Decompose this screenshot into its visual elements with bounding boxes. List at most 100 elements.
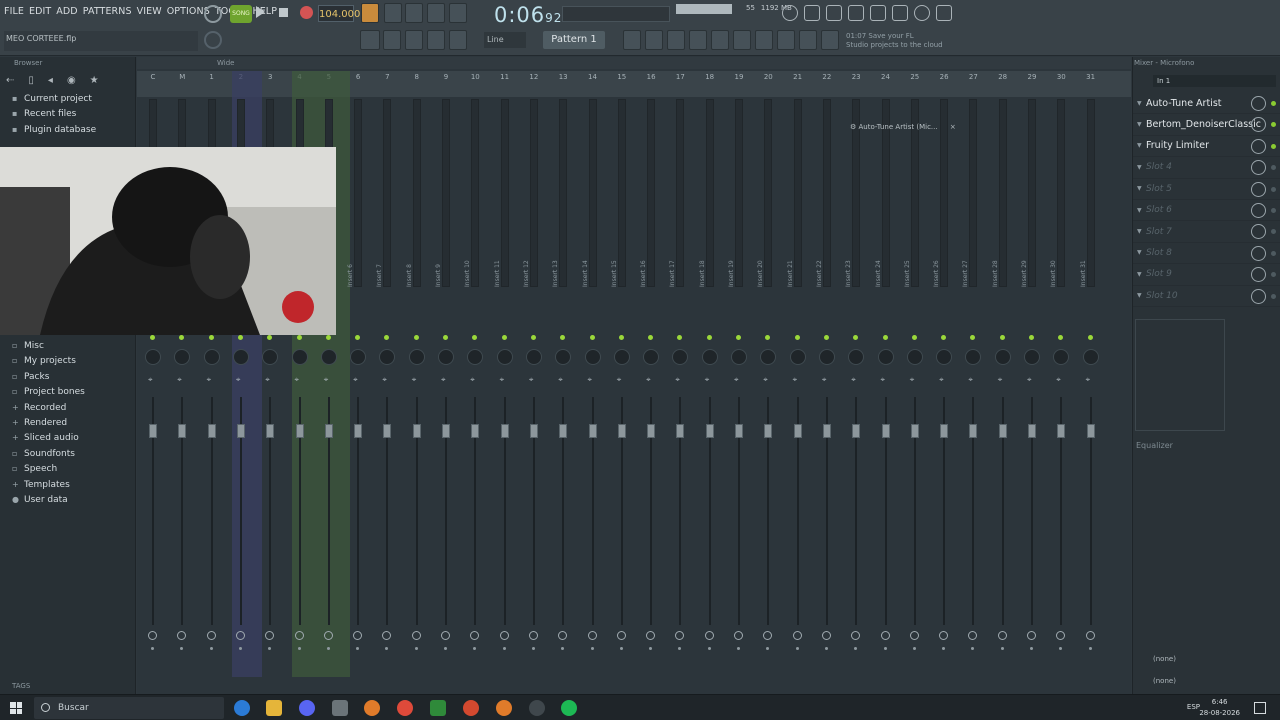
volume-fader[interactable] xyxy=(617,424,626,438)
send-knob[interactable] xyxy=(821,631,831,640)
volume-fader[interactable] xyxy=(910,424,919,438)
stereo-separation-icon[interactable]: ⌖ xyxy=(1086,375,1091,385)
send-knob[interactable] xyxy=(792,631,802,640)
insert-label[interactable]: Insert 15 xyxy=(611,247,633,287)
stereo-separation-icon[interactable]: ⌖ xyxy=(207,375,212,385)
volume-fader[interactable] xyxy=(559,424,568,438)
slot-enable-led[interactable] xyxy=(1271,293,1276,299)
stereo-separation-icon[interactable]: ⌖ xyxy=(763,375,768,385)
mute-led[interactable] xyxy=(560,335,566,340)
insert-label[interactable]: Insert 10 xyxy=(464,247,486,287)
insert-label[interactable]: Insert 21 xyxy=(787,247,809,287)
mix-level-knob[interactable] xyxy=(1251,138,1266,154)
mixer-strip[interactable]: Insert 7 ⌖ xyxy=(376,97,398,707)
browser-item-soundfonts[interactable]: ▫ Soundfonts xyxy=(0,446,136,461)
mixer-channel-number[interactable]: 14 xyxy=(585,73,601,81)
slot-enable-led[interactable] xyxy=(1271,143,1276,149)
mixer-channel-number[interactable]: 20 xyxy=(760,73,776,81)
pan-knob[interactable] xyxy=(613,349,630,365)
mixer-strip[interactable]: Insert 21 ⌖ xyxy=(787,97,809,707)
pan-knob[interactable] xyxy=(525,349,542,365)
volume-fader[interactable] xyxy=(1057,424,1066,438)
mix-level-knob[interactable] xyxy=(1251,288,1266,304)
mixer-channel-number[interactable]: 15 xyxy=(614,73,630,81)
spotify-icon[interactable] xyxy=(561,700,577,716)
stereo-separation-icon[interactable]: ⌖ xyxy=(793,375,798,385)
insert-label[interactable]: Insert 25 xyxy=(904,247,926,287)
send-knob[interactable] xyxy=(939,631,949,640)
menu-edit[interactable]: EDIT xyxy=(29,6,51,17)
mixer-strip[interactable]: Insert 12 ⌖ xyxy=(523,97,545,707)
send-knob[interactable] xyxy=(968,631,978,640)
pan-knob[interactable] xyxy=(701,349,718,365)
send-knob[interactable] xyxy=(323,631,333,640)
wait-input-icon[interactable] xyxy=(384,3,402,23)
volume-fader[interactable] xyxy=(149,424,157,438)
mixer-strip[interactable]: Insert 29 ⌖ xyxy=(1021,97,1043,707)
mixer-strip[interactable]: Insert 11 ⌖ xyxy=(494,97,516,707)
mix-level-knob[interactable] xyxy=(1251,117,1266,133)
route-in-select[interactable]: (none) xyxy=(1153,655,1176,663)
volume-fader[interactable] xyxy=(881,424,890,438)
download-icon[interactable] xyxy=(936,5,952,21)
chat-icon[interactable] xyxy=(914,5,930,21)
stereo-separation-icon[interactable]: ⌖ xyxy=(558,375,563,385)
route-dot[interactable] xyxy=(326,647,330,650)
stereo-separation-icon[interactable]: ⌖ xyxy=(529,375,534,385)
mixer-strip[interactable]: Insert 17 ⌖ xyxy=(669,97,691,707)
send-knob[interactable] xyxy=(646,631,656,640)
mixer-channel-number[interactable]: 28 xyxy=(995,73,1011,81)
mixer-channel-number[interactable]: 10 xyxy=(467,73,483,81)
route-dot[interactable] xyxy=(444,647,447,650)
browser-item-plugin-database[interactable]: ▪ Plugin database xyxy=(0,122,135,137)
stereo-separation-icon[interactable]: ⌖ xyxy=(500,375,505,385)
menu-file[interactable]: FILE xyxy=(4,6,24,17)
mixer-channel-number[interactable]: 29 xyxy=(1024,73,1040,81)
browser-item-rendered[interactable]: + Rendered xyxy=(0,415,136,430)
master-volume-knob[interactable] xyxy=(204,5,222,23)
route-dot[interactable] xyxy=(414,647,418,650)
menu-add[interactable]: ADD xyxy=(56,6,77,17)
send-knob[interactable] xyxy=(499,631,509,640)
insert-label[interactable]: Insert 18 xyxy=(699,247,721,287)
mix-level-knob[interactable] xyxy=(1251,181,1266,197)
mixer-channel-number[interactable]: 17 xyxy=(672,73,688,81)
volume-fader[interactable] xyxy=(969,424,978,438)
pan-knob[interactable] xyxy=(438,349,454,365)
send-knob[interactable] xyxy=(763,631,773,640)
mixer-strip[interactable]: Insert 16 ⌖ xyxy=(640,97,662,707)
stereo-separation-icon[interactable]: ⌖ xyxy=(382,375,387,385)
step-edit-icon[interactable] xyxy=(427,3,445,23)
route-dot[interactable] xyxy=(795,647,799,650)
fx-slot[interactable]: ▼ Auto-Tune Artist xyxy=(1133,93,1280,115)
route-dot[interactable] xyxy=(561,647,565,650)
slot-enable-led[interactable] xyxy=(1271,101,1276,106)
volume-fader[interactable] xyxy=(852,424,861,438)
mute-led[interactable] xyxy=(677,335,683,340)
fl-studio-alt-icon[interactable] xyxy=(496,700,512,716)
mixer-strip[interactable]: Insert 27 ⌖ xyxy=(962,97,984,707)
browser-icon[interactable] xyxy=(733,30,751,50)
stereo-separation-icon[interactable]: ⌖ xyxy=(822,375,827,385)
route-dot[interactable] xyxy=(766,647,770,650)
mute-led[interactable] xyxy=(150,335,155,340)
pan-knob[interactable] xyxy=(672,349,689,365)
insert-label[interactable]: Insert 8 xyxy=(406,247,428,287)
mixer-strip[interactable]: Insert 28 ⌖ xyxy=(992,97,1014,707)
edge-icon[interactable] xyxy=(234,700,250,716)
mixer-strip[interactable]: Insert 19 ⌖ xyxy=(728,97,750,707)
send-knob[interactable] xyxy=(382,631,392,640)
slot-enable-led[interactable] xyxy=(1271,272,1276,278)
send-knob[interactable] xyxy=(294,631,304,640)
send-knob[interactable] xyxy=(411,631,421,640)
route-dot[interactable] xyxy=(854,647,858,650)
volume-fader[interactable] xyxy=(529,424,538,438)
browser-item-user-data[interactable]: ● User data xyxy=(0,492,136,507)
mix-level-knob[interactable] xyxy=(1251,160,1266,176)
browser-item-recent-files[interactable]: ▪ Recent files xyxy=(0,106,135,121)
insert-label[interactable]: Insert 13 xyxy=(552,247,574,287)
mixer-strip[interactable]: Insert 22 ⌖ xyxy=(816,97,838,707)
route-dot[interactable] xyxy=(707,647,711,650)
mute-led[interactable] xyxy=(589,335,595,340)
play-button[interactable] xyxy=(256,6,265,18)
